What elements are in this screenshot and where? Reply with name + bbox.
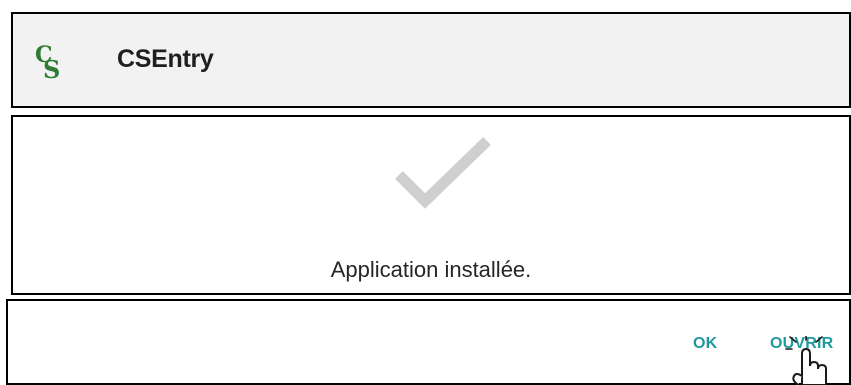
open-button[interactable]: OUVRIR	[770, 335, 833, 353]
ok-button[interactable]: OK	[693, 335, 717, 353]
checkmark-icon	[395, 137, 491, 209]
svg-text:S: S	[43, 55, 60, 82]
install-message: Application installée.	[330, 257, 532, 282]
dialog-actions: OK OUVRIR	[6, 299, 851, 385]
app-header: C S CSEntry	[11, 12, 851, 108]
install-status-panel: Application installée.	[11, 115, 851, 295]
app-title: CSEntry	[117, 45, 214, 73]
csentry-logo-icon: C S	[35, 42, 60, 82]
